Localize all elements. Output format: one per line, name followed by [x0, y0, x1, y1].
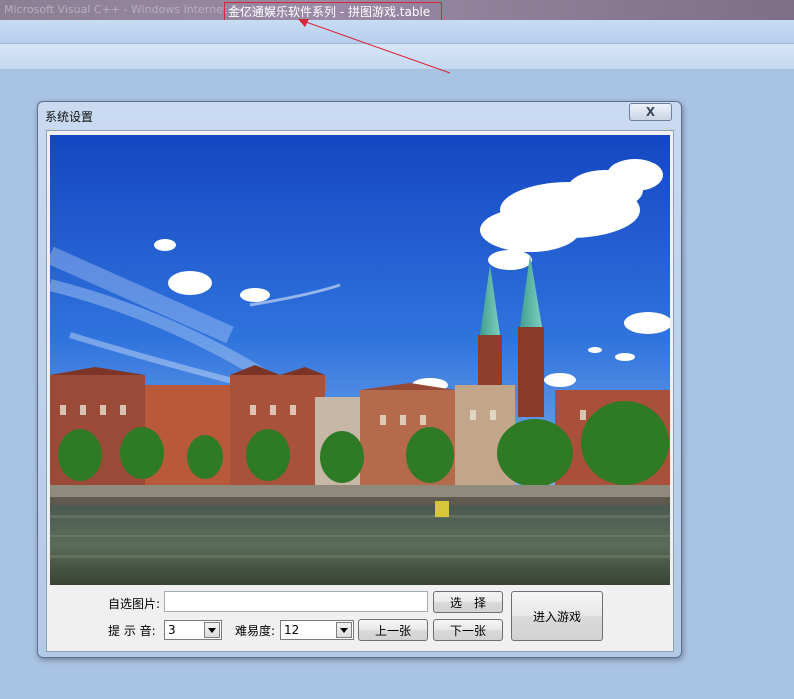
prev-image-button[interactable]: 上一张: [358, 619, 428, 641]
difficulty-label: 难易度:: [235, 624, 276, 638]
custom-image-label: 自选图片:: [108, 597, 161, 611]
chevron-down-icon[interactable]: [204, 622, 220, 638]
custom-image-input[interactable]: [164, 591, 428, 612]
menu-band: [0, 44, 794, 70]
settings-dialog: 系统设置 X 自选图片: 选 择 提 示 音: 3 难易度: 12 上一张 下一…: [37, 101, 682, 658]
sound-value: 3: [168, 623, 176, 637]
close-button[interactable]: X: [629, 103, 672, 121]
close-icon: X: [645, 105, 656, 119]
puzzle-preview-image: [50, 135, 670, 585]
dialog-title: 系统设置: [45, 110, 94, 124]
title-highlight-box: [224, 2, 442, 22]
chevron-down-icon[interactable]: [336, 622, 352, 638]
dialog-client-area: 自选图片: 选 择 提 示 音: 3 难易度: 12 上一张 下一张 进入游戏: [46, 130, 674, 652]
difficulty-value: 12: [284, 623, 300, 637]
enter-game-button[interactable]: 进入游戏: [511, 591, 603, 641]
next-image-button[interactable]: 下一张: [433, 619, 503, 641]
difficulty-select[interactable]: 12: [280, 620, 354, 640]
select-image-button[interactable]: 选 择: [433, 591, 503, 613]
sound-label: 提 示 音:: [108, 624, 156, 638]
toolbar-band: [0, 20, 794, 44]
sound-select[interactable]: 3: [164, 620, 222, 640]
